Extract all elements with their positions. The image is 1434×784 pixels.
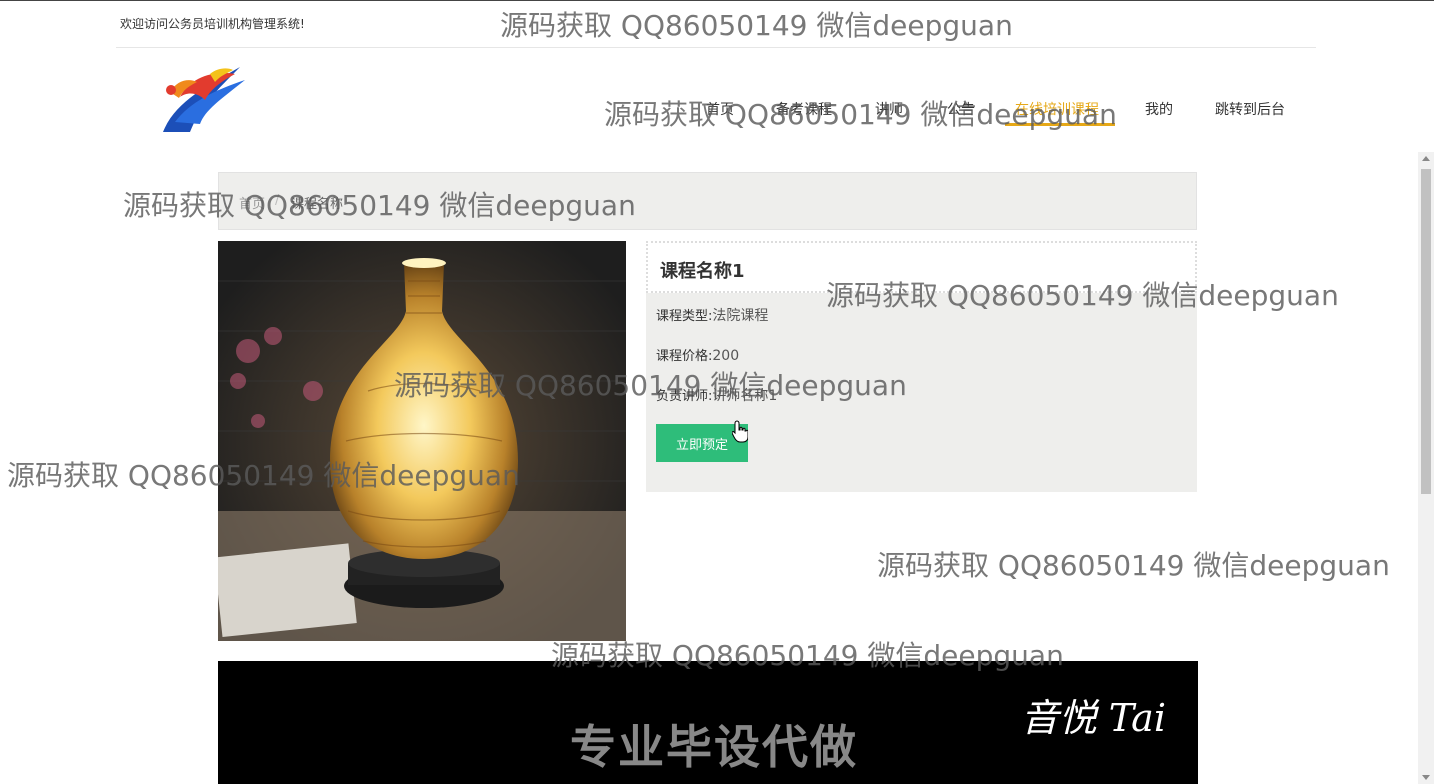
- welcome-text: 欢迎访问公务员培训机构管理系统!: [120, 17, 305, 31]
- breadcrumb-current: 课程名称: [291, 197, 344, 212]
- nav-active-underline: [1005, 123, 1115, 126]
- nav-item-teachers[interactable]: 讲师: [875, 99, 903, 119]
- course-type-value: 法院课程: [712, 308, 769, 324]
- scroll-up-arrow-icon[interactable]: [1422, 156, 1430, 161]
- hand-cursor-icon: [732, 420, 748, 443]
- site-logo[interactable]: [155, 62, 250, 140]
- course-image: [218, 241, 626, 641]
- nav-item-home[interactable]: 首页: [706, 99, 734, 119]
- header-divider: [116, 47, 1316, 48]
- nav-item-online-courses[interactable]: 在线培训课程: [1015, 99, 1099, 119]
- video-player[interactable]: 音悦 Tai 专业毕设代做: [218, 661, 1198, 784]
- course-price-value: 200: [712, 348, 740, 364]
- nav-item-backend[interactable]: 跳转到后台: [1215, 99, 1285, 119]
- nav-item-announcements[interactable]: 公告: [947, 99, 975, 119]
- course-title: 课程名称1: [660, 261, 745, 282]
- course-teacher-value[interactable]: 讲师名称1: [712, 388, 777, 404]
- scrollbar-thumb[interactable]: [1421, 169, 1431, 494]
- breadcrumb-separator: /: [275, 193, 280, 208]
- video-signature: 音悦 Tai: [1020, 696, 1166, 740]
- course-type-label: 课程类型:: [656, 309, 713, 324]
- course-price-label: 课程价格:: [656, 349, 713, 364]
- page-scrollbar[interactable]: [1418, 152, 1434, 784]
- scroll-down-arrow-icon[interactable]: [1422, 775, 1430, 780]
- course-price-row: 课程价格:200: [656, 345, 739, 364]
- course-title-box: 课程名称1: [646, 241, 1197, 293]
- video-caption: 专业毕设代做: [570, 720, 858, 774]
- nav-item-mine[interactable]: 我的: [1145, 99, 1173, 119]
- nav-item-exam-courses[interactable]: 备考课程: [776, 99, 832, 119]
- course-info-panel: 课程名称1 课程类型:法院课程 课程价格:200 负责讲师:讲师名称1 立即预定: [646, 241, 1197, 492]
- watermark: 源码获取 QQ86050149 微信deepguan: [500, 9, 1013, 42]
- course-teacher-label: 负责讲师:: [656, 389, 713, 404]
- course-type-row: 课程类型:法院课程: [656, 305, 768, 325]
- course-teacher-row: 负责讲师:讲师名称1: [656, 385, 777, 405]
- breadcrumb: 首页 / 课程名称: [218, 172, 1197, 230]
- breadcrumb-home[interactable]: 首页: [239, 193, 265, 212]
- top-border: [0, 0, 1434, 1]
- watermark: 源码获取 QQ86050149 微信deepguan: [877, 549, 1390, 582]
